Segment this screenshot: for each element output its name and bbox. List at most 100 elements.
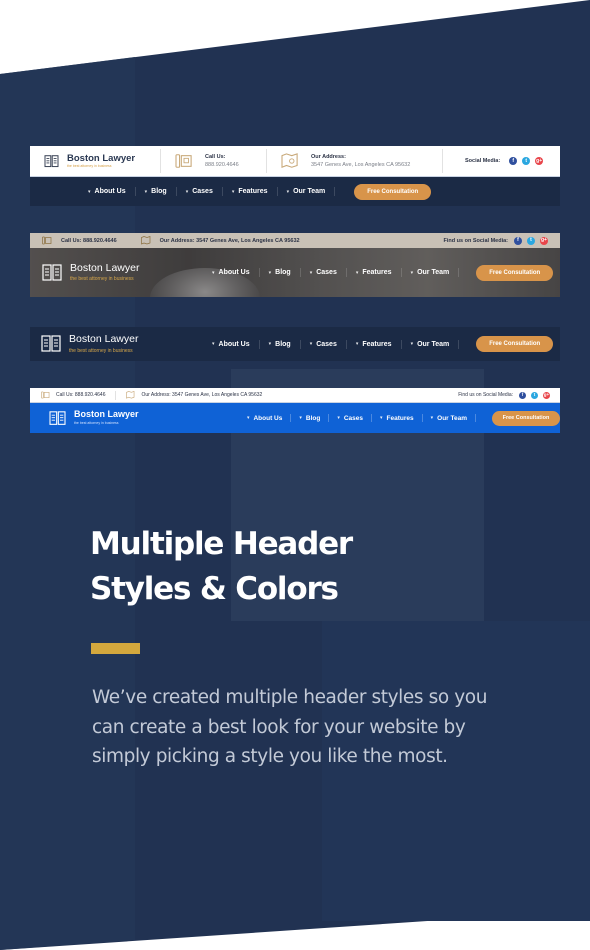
nav-divider xyxy=(475,414,476,422)
google-plus-icon[interactable]: g+ xyxy=(540,236,548,245)
map-pin-icon xyxy=(140,236,151,245)
nav-item-blog[interactable]: ▾ Blog xyxy=(299,415,320,422)
nav-item-blog[interactable]: ▾ Blog xyxy=(269,341,291,348)
social-label: Find us on Social Media: xyxy=(443,237,508,244)
brand-name: Boston Lawyer xyxy=(74,409,139,420)
chevron-down-icon: ▾ xyxy=(212,341,215,347)
nav-label: Cases xyxy=(343,414,363,422)
nav-divider xyxy=(258,268,260,277)
twitter-icon[interactable]: t xyxy=(522,157,531,165)
nav-item-our-team[interactable]: ▾ Our Team xyxy=(287,188,326,195)
brand-name: Boston Lawyer xyxy=(67,152,136,164)
chevron-down-icon: ▾ xyxy=(430,415,434,421)
nav-label: Features xyxy=(386,414,414,422)
call-text[interactable]: Call Us: 888.920.4646 xyxy=(61,238,117,244)
nav-item-features[interactable]: ▾ Features xyxy=(356,269,392,276)
call-text[interactable]: Call Us: 888.920.4646 xyxy=(56,392,105,398)
feature-title: Multiple Header Styles & Colors xyxy=(90,522,353,612)
nav-divider xyxy=(421,414,423,422)
brand-name: Boston Lawyer xyxy=(69,333,139,346)
facebook-icon[interactable]: f xyxy=(514,236,522,245)
header-1-info-bar: Boston Lawyer the best attorney in busin… xyxy=(30,146,560,177)
open-book-icon xyxy=(42,263,62,282)
chevron-down-icon: ▾ xyxy=(337,415,340,421)
nav-label: About Us xyxy=(94,188,126,195)
chevron-down-icon: ▾ xyxy=(212,269,215,276)
brand-tagline: the best attorney in business xyxy=(74,421,119,426)
nav-item-blog[interactable]: ▾ Blog xyxy=(145,188,167,195)
nav-item-about-us[interactable]: ▾ About Us xyxy=(247,415,282,422)
social-label: Find us on Social Media: xyxy=(458,392,513,398)
twitter-icon[interactable]: t xyxy=(527,236,535,245)
chevron-down-icon: ▾ xyxy=(410,269,414,276)
brand-tagline: the best attorney in business xyxy=(67,164,112,168)
logo[interactable]: Boston Lawyer the best attorney in busin… xyxy=(30,410,247,426)
nav-divider xyxy=(400,339,402,349)
nav-item-blog[interactable]: ▾ Blog xyxy=(269,269,291,276)
feature-title-line-2: Styles & Colors xyxy=(90,571,339,607)
free-consultation-button[interactable]: Free Consultation xyxy=(492,410,560,426)
address-value: 3547 Genes Ave, Los Angeles CA 95632 xyxy=(311,162,411,168)
feature-description: We’ve created multiple header styles so … xyxy=(92,687,488,767)
nav-item-about-us[interactable]: ▾ About Us xyxy=(88,188,126,195)
nav-item-cases[interactable]: ▾ Cases xyxy=(310,341,337,348)
nav-item-our-team[interactable]: ▾ Our Team xyxy=(431,415,467,422)
chevron-down-icon: ▾ xyxy=(88,188,91,195)
twitter-icon[interactable]: t xyxy=(531,391,538,399)
nav-divider xyxy=(371,414,372,422)
facebook-icon[interactable]: f xyxy=(519,391,526,399)
nav-label: Blog xyxy=(305,414,321,422)
open-book-icon xyxy=(49,410,66,426)
nav-divider xyxy=(328,414,330,422)
nav-item-our-team[interactable]: ▾ Our Team xyxy=(411,269,450,276)
google-plus-icon[interactable]: g+ xyxy=(535,157,544,165)
nav-item-cases[interactable]: ▾ Cases xyxy=(310,269,337,276)
brand-tagline: the best attorney in business xyxy=(70,276,134,283)
free-consultation-button[interactable]: Free Consultation xyxy=(476,264,554,281)
nav-item-features[interactable]: ▾ Features xyxy=(356,341,392,348)
nav-item-about-us[interactable]: ▾ About Us xyxy=(212,269,250,276)
chevron-down-icon: ▾ xyxy=(268,269,272,276)
map-pin-icon xyxy=(126,391,135,399)
map-pin-icon xyxy=(281,153,299,169)
chevron-down-icon: ▾ xyxy=(231,188,235,195)
logo[interactable]: Boston Lawyer the best attorney in busin… xyxy=(30,263,212,283)
logo[interactable]: Boston Lawyer the best attorney in busin… xyxy=(30,152,160,169)
google-plus-icon[interactable]: g+ xyxy=(543,391,550,399)
chevron-down-icon: ▾ xyxy=(410,341,414,347)
nav-item-cases[interactable]: ▾ Cases xyxy=(186,188,213,195)
chevron-down-icon: ▾ xyxy=(355,341,359,347)
nav-label: Cases xyxy=(192,188,213,195)
nav-item-about-us[interactable]: ▾ About Us xyxy=(212,341,250,348)
main-nav: ▾ About Us ▾ Blog ▾ Cases ▾ Features ▾ Our Te… xyxy=(212,264,554,281)
nav-label: Blog xyxy=(275,269,291,276)
chevron-down-icon: ▾ xyxy=(286,188,290,195)
facebook-icon[interactable]: f xyxy=(509,157,518,165)
chevron-down-icon: ▾ xyxy=(185,188,189,195)
nav-divider xyxy=(299,268,301,277)
nav-label: Features xyxy=(362,340,392,348)
nav-item-features[interactable]: ▾ Features xyxy=(380,415,414,422)
nav-divider xyxy=(345,339,347,349)
open-book-icon xyxy=(44,154,59,168)
chevron-down-icon: ▾ xyxy=(309,269,313,276)
social-label: Social Media: xyxy=(465,158,501,164)
call-number[interactable]: 888.920.4646 xyxy=(205,162,239,168)
free-consultation-button[interactable]: Free Consultation xyxy=(354,183,432,200)
nav-divider xyxy=(134,187,136,196)
nav-item-cases[interactable]: ▾ Cases xyxy=(337,415,363,422)
nav-label: Features xyxy=(362,269,392,276)
nav-divider xyxy=(290,414,292,422)
main-nav: ▾ About Us ▾ Blog ▾ Cases ▾ Features ▾ Our Te… xyxy=(30,177,560,206)
nav-label: Blog xyxy=(275,340,291,348)
nav-item-features[interactable]: ▾ Features xyxy=(232,188,268,195)
address-text: Our Address: 3547 Genes Ave, Los Angeles… xyxy=(159,237,300,244)
nav-label: Our Team xyxy=(417,340,450,348)
logo[interactable]: Boston Lawyer the best attorney in busin… xyxy=(30,334,212,354)
nav-label: Our Team xyxy=(417,269,450,276)
free-consultation-button[interactable]: Free Consultation xyxy=(476,336,554,352)
main-nav: ▾ About Us ▾ Blog ▾ Cases ▾ Features ▾ Our Te… xyxy=(247,410,560,426)
nav-item-our-team[interactable]: ▾ Our Team xyxy=(411,341,450,348)
nav-label: About Us xyxy=(218,269,250,276)
nav-divider xyxy=(175,187,177,196)
